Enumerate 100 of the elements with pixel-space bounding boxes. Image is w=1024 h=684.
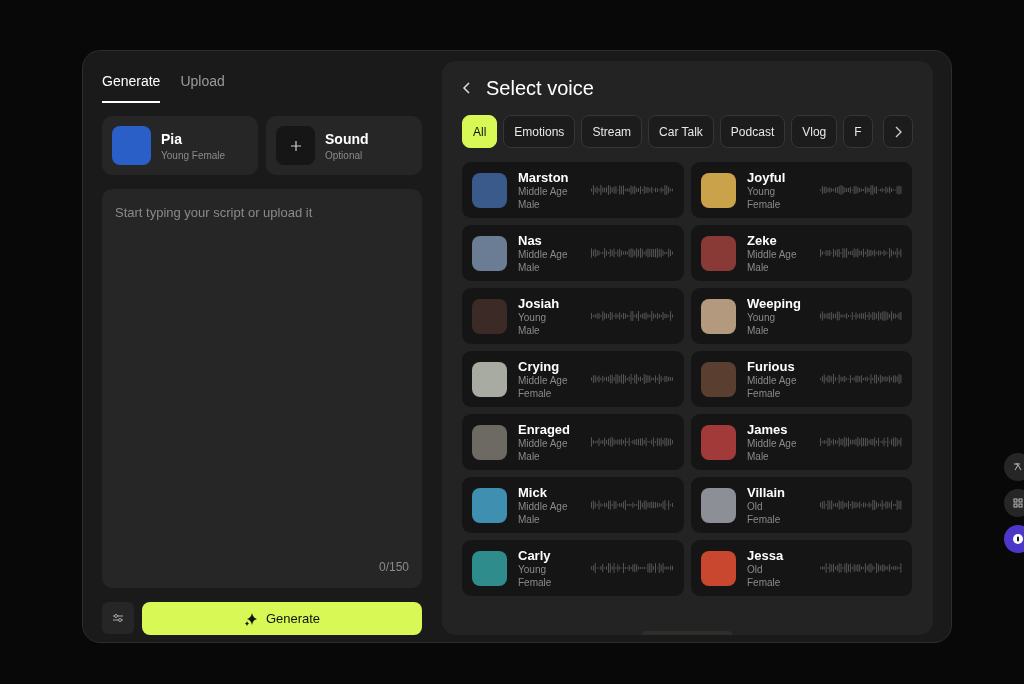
- filter-chip[interactable]: Vlog: [791, 115, 838, 148]
- voice-age: Young: [518, 310, 547, 324]
- waveform-icon: [591, 434, 674, 450]
- voice-gender: Female: [518, 575, 553, 589]
- character-counter: 0/150: [378, 560, 409, 574]
- sound-description: Optional: [325, 149, 364, 161]
- voice-row[interactable]: Josiah Young Male: [462, 288, 684, 344]
- voice-row[interactable]: Furious Middle Age Female: [691, 351, 912, 407]
- filter-chip[interactable]: Car Talk: [648, 115, 714, 148]
- waveform-icon: [819, 497, 902, 513]
- voice-row[interactable]: Marston Middle Age Male: [462, 162, 684, 218]
- settings-button[interactable]: [102, 602, 134, 634]
- back-button[interactable]: [462, 81, 472, 95]
- voice-name: Carly: [518, 547, 552, 563]
- voice-card[interactable]: Pia Young Female: [102, 116, 258, 175]
- sound-card[interactable]: Sound Optional: [266, 116, 422, 175]
- voice-gender: Female: [747, 575, 782, 589]
- voice-age: Middle Age: [747, 373, 798, 387]
- voice-row[interactable]: Weeping Young Male: [691, 288, 912, 344]
- waveform-icon: [819, 245, 902, 261]
- voice-age: Middle Age: [518, 247, 569, 261]
- waveform-icon: [819, 434, 902, 450]
- voice-name: Marston: [518, 169, 570, 185]
- voice-name: Enraged: [518, 421, 571, 437]
- voice-gender: Male: [518, 449, 541, 463]
- voice-name: Villain: [747, 484, 787, 500]
- voice-age: Middle Age: [518, 499, 569, 513]
- sliders-icon: [112, 612, 124, 624]
- voice-row[interactable]: Joyful Young Female: [691, 162, 912, 218]
- voice-row[interactable]: Villain Old Female: [691, 477, 912, 533]
- panel-title: Select voice: [486, 76, 594, 100]
- filter-chip[interactable]: Podcast: [719, 115, 786, 148]
- waveform-icon: [819, 308, 902, 324]
- voice-age: Old: [747, 499, 764, 513]
- waveform-icon: [591, 497, 674, 513]
- plus-icon: [276, 126, 315, 165]
- waveform-icon: [591, 371, 674, 387]
- voice-gender: Male: [747, 260, 770, 274]
- voice-age: Young: [747, 185, 776, 198]
- voice-row[interactable]: Zeke Middle Age Male: [691, 225, 912, 281]
- next-button[interactable]: [883, 115, 913, 148]
- voice-gender: Male: [518, 323, 541, 337]
- eye-icon: [1012, 533, 1024, 545]
- voice-row[interactable]: Crying Middle Age Female: [462, 351, 684, 407]
- voice-name: Furious: [747, 358, 796, 374]
- voice-row[interactable]: Nas Middle Age Male: [462, 225, 684, 281]
- voice-description: Young Female: [161, 149, 226, 161]
- avatar-placeholder: [112, 126, 151, 165]
- chevron-right-icon: [894, 125, 902, 138]
- grid-icon: [1013, 498, 1023, 508]
- voice-name: James: [747, 421, 789, 437]
- waveform-icon: [591, 182, 674, 198]
- voice-gender: Male: [747, 323, 770, 337]
- voice-gender: Male: [518, 260, 541, 274]
- voice-gender: Female: [747, 512, 782, 526]
- voice-row[interactable]: Carly Young Female: [462, 540, 684, 596]
- waveform-icon: [819, 182, 902, 198]
- voice-name: Mick: [518, 484, 548, 500]
- voice-name: Weeping: [747, 295, 802, 311]
- voice-gender: Female: [518, 386, 553, 400]
- tab[interactable]: Generate: [102, 71, 161, 103]
- filter-chip[interactable]: F: [843, 115, 873, 148]
- filter-chip[interactable]: Stream: [581, 115, 643, 148]
- voice-name: Pia: [161, 130, 183, 147]
- voice-age: Middle Age: [518, 437, 569, 450]
- chevron-left-icon: [462, 81, 472, 95]
- translate-icon: [1013, 462, 1023, 472]
- voice-gender: Female: [747, 386, 782, 400]
- sound-label: Sound: [325, 130, 369, 147]
- voice-name: Zeke: [747, 232, 778, 248]
- waveform-icon: [591, 560, 674, 576]
- voice-name: Joyful: [747, 169, 787, 185]
- waveform-icon: [819, 560, 902, 576]
- waveform-icon: [819, 371, 902, 387]
- voice-age: Old: [747, 562, 764, 576]
- voice-row[interactable]: Jessa Old Female: [691, 540, 912, 596]
- voice-row[interactable]: Mick Middle Age Male: [462, 477, 684, 533]
- voice-gender: Male: [518, 197, 541, 211]
- voice-gender: Female: [747, 197, 782, 211]
- voice-name: Jessa: [747, 547, 785, 563]
- voice-row[interactable]: James Middle Age Male: [691, 414, 912, 470]
- assistant-button[interactable]: [1004, 525, 1024, 553]
- grid-button[interactable]: [1004, 489, 1024, 517]
- voice-row[interactable]: Enraged Middle Age Male: [462, 414, 684, 470]
- waveform-icon: [591, 245, 674, 261]
- voice-age: Young: [747, 311, 776, 324]
- filter-chip[interactable]: Emotions: [503, 115, 576, 148]
- voice-name: Nas: [518, 232, 543, 248]
- voice-gender: Male: [747, 449, 770, 463]
- tab[interactable]: Upload: [180, 71, 225, 103]
- voice-name: Crying: [518, 358, 561, 374]
- voice-name: Josiah: [518, 295, 561, 311]
- voice-age: Middle Age: [747, 436, 798, 450]
- voice-age: Middle Age: [747, 247, 798, 261]
- translate-button[interactable]: [1004, 453, 1024, 481]
- voice-age: Middle Age: [518, 184, 569, 198]
- waveform-icon: [591, 308, 674, 324]
- filter-chip[interactable]: All: [462, 115, 498, 148]
- generate-button[interactable]: Generate: [142, 602, 422, 635]
- voice-age: Middle Age: [518, 374, 569, 387]
